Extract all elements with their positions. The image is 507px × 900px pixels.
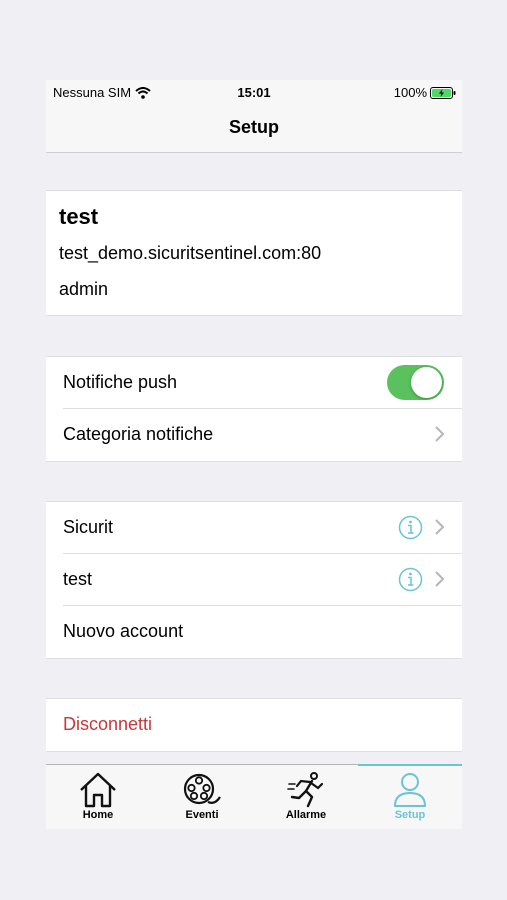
- toggle-knob: [411, 367, 442, 398]
- account-row-label: test: [63, 569, 93, 589]
- battery-charging-icon: [430, 86, 456, 99]
- new-account-row[interactable]: Nuovo account: [46, 606, 462, 658]
- disconnect-label: Disconnetti: [63, 714, 153, 734]
- chevron-right-icon: [435, 519, 444, 535]
- tab-allarme[interactable]: Allarme: [254, 769, 358, 827]
- info-icon[interactable]: [398, 567, 423, 592]
- notification-category-label: Categoria notifiche: [63, 424, 214, 444]
- film-reel-icon: [183, 773, 221, 805]
- page-title: Setup: [228, 117, 279, 137]
- account-user: admin: [59, 279, 109, 299]
- account-row-label: Sicurit: [63, 517, 114, 537]
- account-host: test_demo.sicuritsentinel.com:80: [59, 243, 322, 263]
- battery-percent: 100%: [393, 85, 427, 100]
- status-bar: Nessuna SIM 15:01 100%: [46, 80, 462, 104]
- account-row-test[interactable]: test: [46, 554, 462, 606]
- chevron-right-icon: [435, 426, 444, 442]
- phone-screen: Nessuna SIM 15:01 100% Setup test test_d…: [46, 80, 462, 829]
- running-man-icon: [287, 772, 324, 808]
- home-icon: [80, 772, 116, 808]
- disconnect-button[interactable]: Disconnetti: [46, 699, 462, 751]
- notifications-section: Notifiche push Categoria notifiche: [46, 356, 462, 462]
- tab-setup[interactable]: Setup: [358, 769, 462, 827]
- navigation-bar: Setup: [46, 104, 462, 153]
- tab-label: Home: [82, 809, 114, 821]
- notification-category-row[interactable]: Categoria notifiche: [46, 409, 462, 461]
- account-row-sicurit[interactable]: Sicurit: [46, 502, 462, 554]
- tab-home[interactable]: Home: [46, 769, 150, 827]
- battery-indicator: 100%: [394, 85, 456, 100]
- chevron-right-icon: [435, 571, 444, 587]
- tab-bar: Home Eventi Allarme Setup: [46, 764, 462, 829]
- push-notifications-row: Notifiche push: [46, 357, 462, 409]
- account-name: test: [59, 204, 99, 229]
- account-card: test test_demo.sicuritsentinel.com:80 ad…: [46, 190, 462, 316]
- accounts-section: Sicurit test Nuovo account: [46, 501, 462, 659]
- tab-label: Allarme: [285, 809, 327, 821]
- disconnect-section: Disconnetti: [46, 698, 462, 752]
- selected-tab-indicator: [358, 764, 462, 766]
- new-account-label: Nuovo account: [63, 621, 184, 641]
- push-notifications-toggle[interactable]: [387, 365, 444, 400]
- person-icon: [394, 773, 426, 807]
- push-notifications-label: Notifiche push: [63, 372, 178, 392]
- tab-label: Eventi: [185, 809, 219, 821]
- info-icon[interactable]: [398, 515, 423, 540]
- tab-label: Setup: [394, 809, 426, 821]
- tab-eventi[interactable]: Eventi: [150, 769, 254, 827]
